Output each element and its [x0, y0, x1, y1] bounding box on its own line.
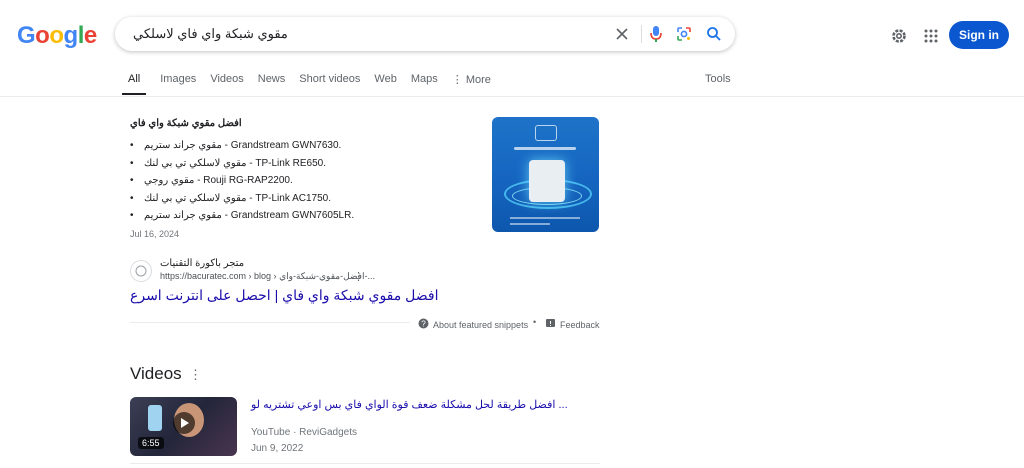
google-logo[interactable]: Google	[17, 22, 97, 50]
feedback-link[interactable]: Feedback	[545, 318, 600, 331]
tab-news[interactable]: News	[258, 73, 286, 95]
separator-dot: •	[533, 317, 537, 327]
play-icon[interactable]	[173, 412, 195, 434]
videos-heading: Videos	[130, 364, 182, 383]
lens-icon[interactable]	[673, 23, 695, 45]
tab-more[interactable]: ⋮ More	[452, 73, 491, 95]
snippet-list-item: مقوي جراند ستريم - Grandstream GWN7605LR…	[130, 207, 354, 225]
search-icon[interactable]	[703, 23, 725, 45]
feedback-label: Feedback	[560, 319, 600, 330]
video-thumbnail[interactable]: 6:55	[130, 397, 237, 456]
image-footer-bar	[510, 223, 550, 225]
search-input[interactable]: مقوي شبكة واي فاي لاسلكي	[133, 26, 288, 42]
tab-images[interactable]: Images	[160, 73, 196, 95]
video-title-link[interactable]: افضل طريقة لحل مشكلة ضعف قوة الواي فاي ب…	[251, 398, 568, 411]
snippet-footer-divider	[130, 322, 410, 323]
tab-short-videos[interactable]: Short videos	[299, 73, 360, 95]
logo-letter: o	[49, 22, 64, 49]
tab-more-label: More	[465, 74, 491, 86]
image-footer-bar	[510, 217, 580, 219]
source-site-name[interactable]: متجر باكورة التقنيات	[160, 258, 244, 269]
tabs-divider	[0, 96, 1024, 97]
snippet-list-item: مقوي جراند ستريم - Grandstream GWN7630.	[130, 137, 354, 155]
result-title-link[interactable]: افضل مقوي شبكة واي فاي | احصل على انترنت…	[130, 287, 438, 304]
router-device	[529, 160, 565, 202]
snippet-list-item: مقوي روجي - Rouji RG-RAP2200.	[130, 172, 354, 190]
video-source: YouTube · ReviGadgets	[251, 427, 357, 438]
search-tabs: All Images Videos News Short videos Web …	[122, 73, 505, 95]
tab-videos[interactable]: Videos	[210, 73, 243, 95]
sign-in-button[interactable]: Sign in	[949, 21, 1009, 49]
clear-icon[interactable]	[611, 23, 633, 45]
about-featured-snippets[interactable]: ? About featured snippets	[418, 318, 528, 331]
thumbnail-phone	[148, 405, 162, 431]
search-box[interactable]: مقوي شبكة واي فاي لاسلكي	[115, 17, 735, 51]
video-duration: 6:55	[138, 437, 164, 449]
snippet-image[interactable]	[492, 117, 599, 232]
more-options-icon[interactable]: ⋮	[189, 367, 202, 383]
logo-letter: G	[17, 22, 36, 49]
more-options-icon[interactable]: ⋮	[353, 270, 364, 283]
site-favicon[interactable]	[130, 260, 152, 282]
video-divider	[130, 463, 600, 464]
tab-maps[interactable]: Maps	[411, 73, 438, 95]
svg-text:?: ?	[421, 319, 426, 328]
snippet-title: افضل مقوي شبكة واي فاي	[130, 118, 242, 129]
source-url[interactable]: https://bacuratec.com › blog › افضل-مقوي…	[160, 271, 375, 282]
snippet-list-item: مقوي لاسلكي تي بي لنك - TP-Link RE650.	[130, 155, 354, 173]
more-vert-icon: ⋮	[451, 74, 466, 86]
logo-letter: o	[35, 22, 50, 49]
about-label: About featured snippets	[433, 319, 529, 330]
video-date: Jun 9, 2022	[251, 443, 304, 454]
image-logo	[535, 125, 557, 141]
snippet-list: مقوي جراند ستريم - Grandstream GWN7630. …	[130, 137, 354, 225]
help-circle-icon: ?	[418, 318, 429, 331]
search-divider	[641, 25, 642, 43]
image-caption-bar	[514, 147, 576, 150]
microphone-icon[interactable]	[645, 23, 667, 45]
settings-gear-icon[interactable]	[888, 25, 910, 47]
tab-all[interactable]: All	[122, 73, 147, 95]
feedback-icon	[545, 318, 556, 331]
tab-web[interactable]: Web	[374, 73, 396, 95]
logo-letter: e	[83, 22, 97, 49]
apps-grid-icon[interactable]	[920, 25, 942, 47]
snippet-list-item: مقوي لاسلكي تي بي لنك - TP-Link AC1750.	[130, 190, 354, 208]
snippet-date: Jul 16, 2024	[130, 229, 180, 239]
logo-letter: g	[63, 22, 79, 49]
tools-button[interactable]: Tools	[705, 73, 731, 85]
